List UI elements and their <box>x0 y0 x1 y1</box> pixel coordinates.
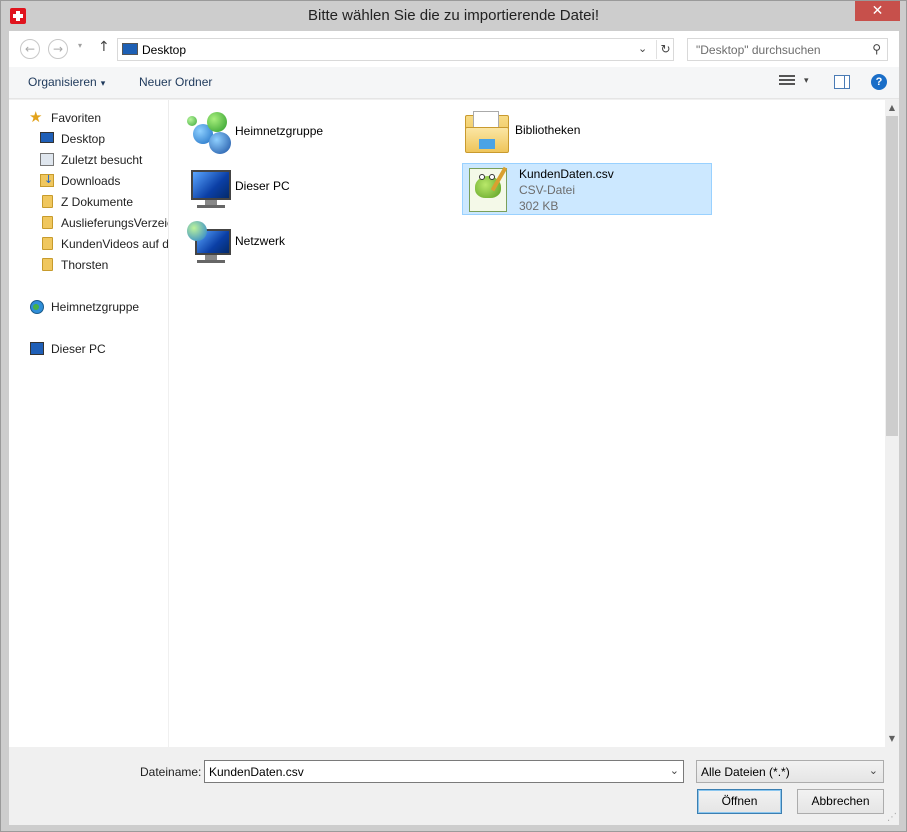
chevron-down-icon: ⌄ <box>868 764 878 777</box>
list-item-heimnetzgruppe[interactable]: Heimnetzgruppe <box>179 109 429 159</box>
sidebar-item-auslieferungsverzeichnis[interactable]: AuslieferungsVerzeic <box>9 213 168 234</box>
sidebar-item-homegroup[interactable]: Heimnetzgruppe <box>9 297 168 318</box>
desktop-icon <box>122 43 138 55</box>
up-button[interactable]: ↑ <box>98 39 110 55</box>
sidebar-item-label: Z Dokumente <box>61 195 134 209</box>
sidebar-item-label: KundenVideos auf d <box>61 237 168 251</box>
sidebar-item-label: Heimnetzgruppe <box>51 300 140 314</box>
item-name: KundenDaten.csv <box>519 167 614 181</box>
navigation-pane: ★ Favoriten Desktop Zuletzt besucht Down… <box>9 100 168 747</box>
sidebar-item-kundenvideos[interactable]: KundenVideos auf d <box>9 234 168 255</box>
title-bar[interactable]: Bitte wählen Sie die zu importierende Da… <box>1 1 906 31</box>
scrollbar-thumb[interactable] <box>886 116 898 436</box>
computer-icon <box>187 166 235 210</box>
item-name: Bibliotheken <box>515 123 581 137</box>
file-open-dialog: Bitte wählen Sie die zu importierende Da… <box>0 0 907 832</box>
filename-field[interactable]: KundenDaten.csv ⌄ <box>204 760 684 783</box>
dialog-client-area: ← → ▾ ↑ Desktop ⌄ ↻ "Desktop" durchsuche… <box>9 31 899 825</box>
scroll-down-button[interactable]: ▼ <box>885 731 899 747</box>
vertical-scrollbar[interactable]: ▲ ▼ <box>885 100 899 747</box>
open-button[interactable]: Öffnen <box>697 789 782 814</box>
folder-icon <box>42 195 53 208</box>
navigation-bar: ← → ▾ ↑ Desktop ⌄ ↻ "Desktop" durchsuche… <box>9 31 899 67</box>
recent-locations-dropdown[interactable]: ▾ <box>78 41 82 50</box>
list-item-dieser-pc[interactable]: Dieser PC <box>179 163 429 213</box>
homegroup-icon <box>187 112 235 156</box>
computer-icon <box>30 342 44 355</box>
homegroup-icon <box>30 300 44 314</box>
folder-icon <box>42 216 53 229</box>
list-item-netzwerk[interactable]: Netzwerk <box>179 218 429 268</box>
sidebar-item-downloads[interactable]: Downloads <box>9 171 168 192</box>
command-bar: Organisieren ▾ Neuer Ordner ▾ ? <box>9 67 899 99</box>
refresh-button[interactable]: ↻ <box>656 40 674 59</box>
preview-pane-icon[interactable] <box>834 75 850 89</box>
address-bar[interactable]: Desktop ⌄ ↻ <box>117 38 674 61</box>
filename-label: Dateiname: <box>140 765 202 779</box>
sidebar-item-favorites[interactable]: ★ Favoriten <box>9 108 168 129</box>
file-list: Heimnetzgruppe Bibliotheken Dieser PC Ku… <box>169 100 885 747</box>
sidebar-item-label: Favoriten <box>51 111 102 125</box>
new-folder-button[interactable]: Neuer Ordner <box>139 75 212 89</box>
view-options-dropdown[interactable]: ▾ <box>804 76 809 86</box>
desktop-icon <box>40 132 54 143</box>
search-input[interactable]: "Desktop" durchsuchen ⚲ <box>687 38 888 61</box>
star-icon: ★ <box>29 108 43 126</box>
item-name: Dieser PC <box>235 179 290 193</box>
forward-button[interactable]: → <box>48 39 68 59</box>
network-icon <box>187 221 235 265</box>
dialog-footer: Dateiname: KundenDaten.csv ⌄ Alle Dateie… <box>9 747 899 825</box>
change-view-icon[interactable] <box>779 75 795 89</box>
organize-button[interactable]: Organisieren ▾ <box>28 75 105 89</box>
cancel-button[interactable]: Abbrechen <box>797 789 884 814</box>
search-placeholder: "Desktop" durchsuchen <box>696 43 821 57</box>
sidebar-item-z-dokumente[interactable]: Z Dokumente <box>9 192 168 213</box>
list-item-kundendaten-csv[interactable]: KundenDaten.csv CSV-Datei 302 KB <box>462 163 712 215</box>
scroll-up-button[interactable]: ▲ <box>885 100 899 116</box>
libraries-icon <box>463 111 511 155</box>
resize-grip-icon[interactable]: ⋰ <box>887 812 897 823</box>
sidebar-item-this-pc[interactable]: Dieser PC <box>9 339 168 360</box>
file-type-select[interactable]: Alle Dateien (*.*) ⌄ <box>696 760 884 783</box>
sidebar-item-thorsten[interactable]: Thorsten <box>9 255 168 276</box>
search-icon[interactable]: ⚲ <box>872 42 881 56</box>
help-icon[interactable]: ? <box>871 74 887 90</box>
chevron-down-icon[interactable]: ⌄ <box>670 764 679 777</box>
file-type-value: Alle Dateien (*.*) <box>701 765 790 779</box>
chevron-down-icon[interactable]: ⌄ <box>638 42 647 55</box>
chevron-down-icon: ▾ <box>100 79 106 89</box>
sidebar-item-desktop[interactable]: Desktop <box>9 129 168 150</box>
sidebar-item-label: Dieser PC <box>51 342 106 356</box>
sidebar-item-label: Zuletzt besucht <box>61 153 143 167</box>
sidebar-item-label: Desktop <box>61 132 106 146</box>
item-name: Heimnetzgruppe <box>235 124 324 138</box>
folder-icon <box>42 258 53 271</box>
csv-file-icon <box>465 166 513 212</box>
address-location: Desktop <box>142 43 187 57</box>
sidebar-item-recent[interactable]: Zuletzt besucht <box>9 150 168 171</box>
recent-places-icon <box>40 153 54 166</box>
folder-icon <box>42 237 53 250</box>
list-item-bibliotheken[interactable]: Bibliotheken <box>455 108 705 158</box>
sidebar-item-label: Downloads <box>61 174 121 188</box>
item-type: CSV-Datei <box>519 183 576 197</box>
item-name: Netzwerk <box>235 234 286 248</box>
sidebar-item-label: AuslieferungsVerzeic <box>61 216 168 230</box>
item-size: 302 KB <box>519 199 559 213</box>
close-button[interactable]: ✕ <box>855 1 900 21</box>
back-button[interactable]: ← <box>20 39 40 59</box>
window-title: Bitte wählen Sie die zu importierende Da… <box>308 7 599 24</box>
downloads-icon <box>40 173 54 187</box>
filename-value: KundenDaten.csv <box>209 765 304 779</box>
organize-label: Organisieren <box>28 75 97 89</box>
sidebar-item-label: Thorsten <box>61 258 109 272</box>
